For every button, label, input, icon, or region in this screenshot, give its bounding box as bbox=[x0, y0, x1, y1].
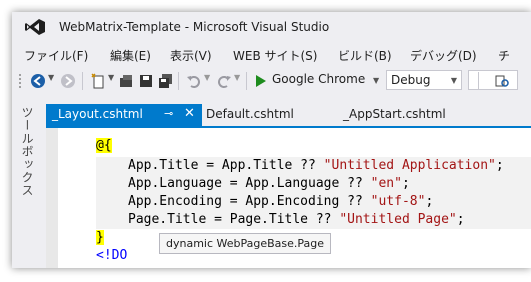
save-icon[interactable] bbox=[138, 73, 154, 89]
code-editor[interactable]: @{ App.Title = App.Title ?? "Untitled Ap… bbox=[46, 128, 531, 268]
pin-icon[interactable]: ⊸ bbox=[164, 107, 173, 120]
tab-layout-cshtml[interactable]: _Layout.cshtml ⊸ ✕ bbox=[46, 104, 202, 126]
code-end: ; bbox=[401, 176, 410, 191]
razor-close-brace[interactable]: } bbox=[96, 230, 104, 245]
toolbox-side-panel[interactable]: ツールボックス bbox=[12, 98, 40, 268]
run-target-dropdown-icon: ▼ bbox=[373, 76, 380, 85]
html-doctype-line[interactable]: <!DO bbox=[96, 248, 127, 263]
tooltip-text: dynamic WebPageBase.Page bbox=[166, 237, 325, 250]
menu-build[interactable]: ビルド(B) bbox=[338, 47, 392, 64]
code-end: ; bbox=[495, 158, 504, 173]
window-title: WebMatrix-Template - Microsoft Visual St… bbox=[59, 20, 330, 34]
navigate-back-icon[interactable] bbox=[30, 73, 46, 89]
menu-website[interactable]: WEB サイト(S) bbox=[233, 47, 317, 64]
editor-margin bbox=[46, 128, 58, 268]
document-tab-strip: _Layout.cshtml ⊸ ✕ Default.cshtml _AppSt… bbox=[46, 104, 531, 126]
vs-window: WebMatrix-Template - Microsoft Visual St… bbox=[12, 12, 531, 268]
code-string: "Untitled Page" bbox=[339, 212, 457, 227]
code-lhs: App.Language = App.Language ?? bbox=[128, 176, 371, 191]
intellisense-tooltip: dynamic WebPageBase.Page bbox=[159, 233, 332, 254]
code-lhs: Page.Title = Page.Title ?? bbox=[128, 212, 340, 227]
toolbar-separator bbox=[478, 72, 479, 90]
run-target-select[interactable]: Google Chrome ▼ bbox=[270, 70, 382, 90]
code-string: "Untitled Application" bbox=[323, 158, 496, 173]
code-string: "utf-8" bbox=[370, 194, 426, 209]
tab-label: _Layout.cshtml bbox=[52, 107, 143, 121]
visual-studio-logo-icon bbox=[25, 19, 45, 35]
code-end: ; bbox=[425, 194, 434, 209]
undo-dropdown-icon[interactable]: ▼ bbox=[204, 73, 210, 89]
menu-bar: ファイル(F) 編集(E) 表示(V) WEB サイト(S) ビルド(B) デバ… bbox=[12, 44, 531, 66]
razor-open-brace[interactable]: @{ bbox=[96, 138, 112, 153]
undo-icon[interactable] bbox=[186, 73, 202, 89]
menu-view[interactable]: 表示(V) bbox=[170, 47, 212, 64]
redo-dropdown-icon[interactable]: ▼ bbox=[234, 73, 240, 89]
tab-appstart-cshtml[interactable]: _AppStart.cshtml bbox=[343, 107, 446, 121]
new-dropdown-icon[interactable]: ▼ bbox=[108, 73, 114, 89]
standard-toolbar: ▼ ▼ ▼ ▼ Google Chrome ▼ Debug ▼ bbox=[12, 68, 531, 94]
close-icon[interactable]: ✕ bbox=[184, 106, 195, 121]
save-all-icon[interactable] bbox=[158, 73, 174, 89]
platform-select[interactable] bbox=[468, 70, 518, 90]
tab-default-cshtml[interactable]: Default.cshtml bbox=[206, 107, 294, 121]
start-debugging-icon[interactable] bbox=[254, 73, 268, 89]
redo-icon[interactable] bbox=[216, 73, 232, 89]
menu-team[interactable]: チ bbox=[498, 47, 510, 64]
toolbar-separator bbox=[246, 72, 247, 90]
configuration-value: Debug bbox=[391, 73, 431, 87]
code-line[interactable]: App.Title = App.Title ?? "Untitled Appli… bbox=[128, 158, 504, 173]
menu-file[interactable]: ファイル(F) bbox=[24, 47, 88, 64]
toolbar-grip[interactable] bbox=[18, 73, 22, 89]
navigate-forward-icon[interactable] bbox=[60, 73, 76, 89]
find-in-files-icon[interactable] bbox=[494, 73, 510, 89]
title-bar: WebMatrix-Template - Microsoft Visual St… bbox=[12, 12, 531, 42]
open-file-icon[interactable] bbox=[118, 73, 134, 89]
code-line[interactable]: App.Language = App.Language ?? "en"; bbox=[128, 176, 410, 191]
menu-edit[interactable]: 編集(E) bbox=[110, 47, 151, 64]
code-line[interactable]: App.Encoding = App.Encoding ?? "utf-8"; bbox=[128, 194, 433, 209]
back-dropdown-icon[interactable]: ▼ bbox=[48, 73, 54, 89]
code-line[interactable]: Page.Title = Page.Title ?? "Untitled Pag… bbox=[128, 212, 465, 227]
code-lhs: App.Title = App.Title ?? bbox=[128, 158, 324, 173]
code-string: "en" bbox=[370, 176, 402, 191]
code-end: ; bbox=[456, 212, 465, 227]
menu-debug[interactable]: デバッグ(D) bbox=[410, 47, 477, 64]
configuration-dropdown-icon: ▼ bbox=[450, 76, 457, 85]
toolbox-label[interactable]: ツールボックス bbox=[19, 106, 36, 197]
new-project-icon[interactable] bbox=[90, 73, 106, 89]
toolbar-separator bbox=[82, 72, 83, 90]
toolbar-separator bbox=[178, 72, 179, 90]
code-lhs: App.Encoding = App.Encoding ?? bbox=[128, 194, 371, 209]
configuration-select[interactable]: Debug ▼ bbox=[386, 70, 462, 90]
run-target-value: Google Chrome bbox=[272, 72, 366, 86]
